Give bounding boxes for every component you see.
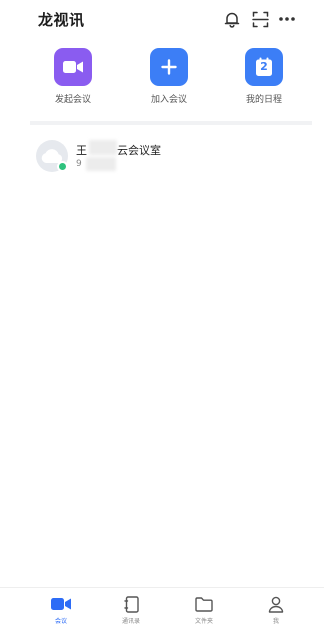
- start-meeting-button[interactable]: 发起会议: [33, 48, 113, 105]
- room-name-prefix: 王: [76, 144, 87, 157]
- join-meeting-label: 加入会议: [150, 95, 187, 105]
- calendar-icon: 2: [245, 48, 283, 86]
- redacted-name-blur: [89, 140, 117, 155]
- start-meeting-label: 发起会议: [54, 95, 91, 105]
- contacts-icon: [120, 594, 142, 614]
- meeting-icon: [50, 594, 72, 614]
- meeting-room-item[interactable]: 王 云会议室 9: [36, 136, 306, 176]
- tab-folder-label: 文件夹: [194, 618, 213, 625]
- join-meeting-button[interactable]: 加入会议: [129, 48, 209, 105]
- calendar-day: 2: [260, 60, 268, 73]
- room-name-suffix: 云会议室: [117, 144, 161, 157]
- room-id: 9: [76, 159, 82, 169]
- bell-icon[interactable]: [222, 9, 242, 29]
- folder-icon: [193, 594, 215, 614]
- redacted-id-blur: [86, 157, 116, 171]
- bottom-tab-bar: 会议 通讯录 文件夹 我: [0, 587, 324, 630]
- tab-folder[interactable]: 文件夹: [174, 594, 234, 625]
- tab-me[interactable]: 我: [246, 594, 306, 625]
- online-status-dot: [57, 161, 68, 172]
- section-divider: [30, 121, 312, 125]
- scan-icon[interactable]: [250, 9, 270, 29]
- person-icon: [265, 594, 287, 614]
- more-icon[interactable]: [277, 9, 297, 29]
- top-bar: 龙视讯: [0, 0, 324, 40]
- tab-me-label: 我: [272, 618, 279, 625]
- tab-meeting-label: 会议: [54, 618, 67, 625]
- video-camera-icon: [54, 48, 92, 86]
- tab-contacts[interactable]: 通讯录: [101, 594, 161, 625]
- tab-meeting[interactable]: 会议: [31, 594, 91, 625]
- quick-actions: 发起会议 加入会议 2 我的日程: [0, 48, 324, 116]
- my-schedule-button[interactable]: 2 我的日程: [224, 48, 304, 105]
- tab-contacts-label: 通讯录: [121, 618, 140, 625]
- my-schedule-label: 我的日程: [245, 95, 282, 105]
- plus-icon: [150, 48, 188, 86]
- app-title: 龙视讯: [38, 11, 85, 29]
